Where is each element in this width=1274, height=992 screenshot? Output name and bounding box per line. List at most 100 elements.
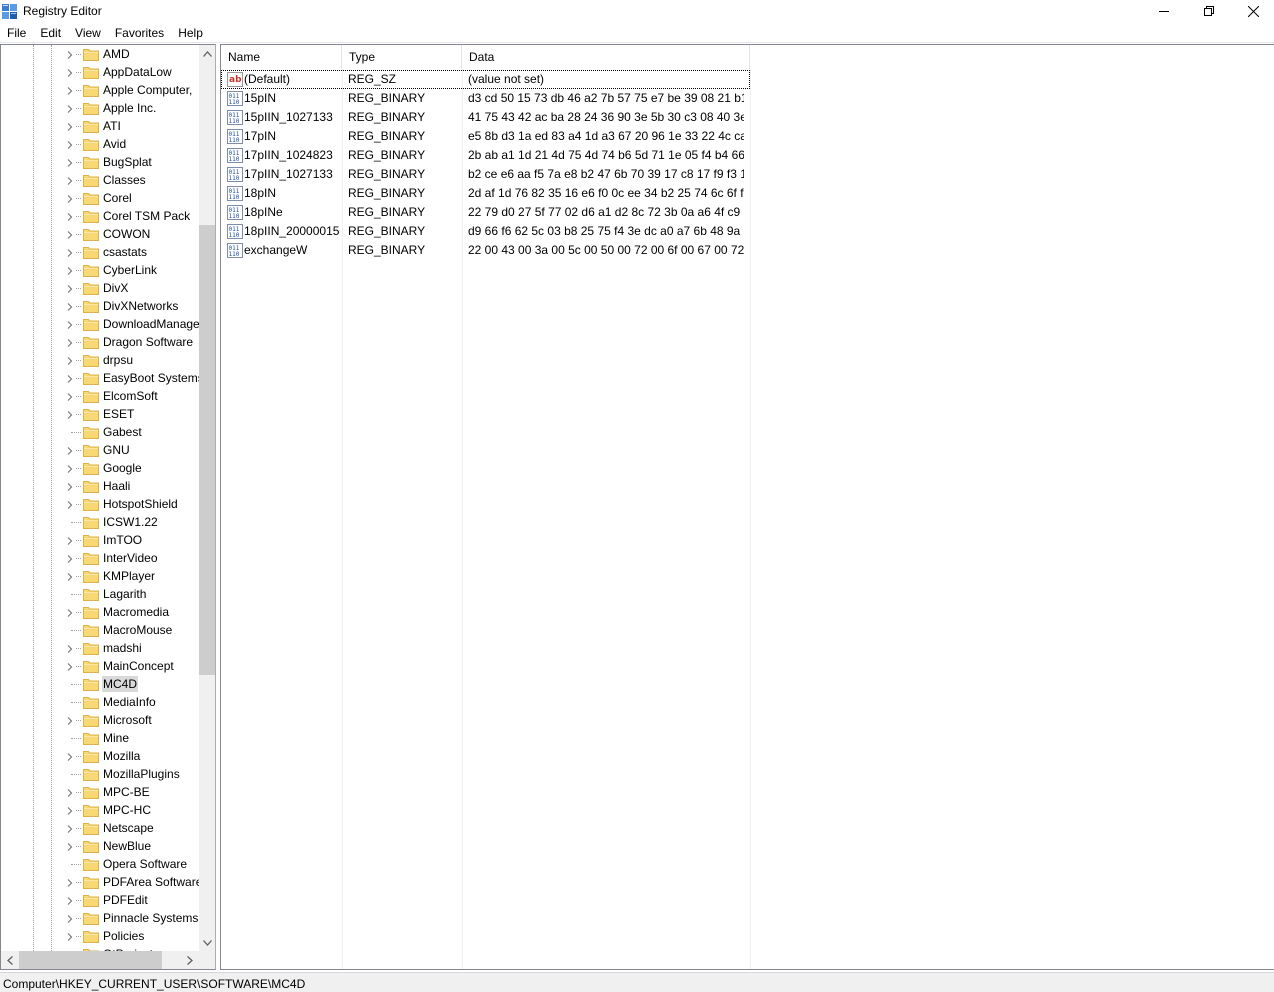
- value-row[interactable]: ab (Default) REG_SZ (value not set): [221, 70, 750, 89]
- expand-chevron-icon[interactable]: [65, 877, 75, 888]
- expand-chevron-icon[interactable]: [65, 931, 75, 942]
- expand-chevron-icon[interactable]: [65, 391, 75, 402]
- scroll-up-button[interactable]: [199, 45, 215, 62]
- tree-item[interactable]: ATI: [1, 117, 199, 135]
- title-bar[interactable]: Registry Editor: [0, 0, 1274, 24]
- tree-item[interactable]: madshi: [1, 639, 199, 657]
- expand-chevron-icon[interactable]: [65, 409, 75, 420]
- expand-chevron-icon[interactable]: [65, 121, 75, 132]
- tree-item[interactable]: PDFEdit: [1, 891, 199, 909]
- tree-item[interactable]: COWON: [1, 225, 199, 243]
- tree-item[interactable]: MainConcept: [1, 657, 199, 675]
- expand-chevron-icon[interactable]: [65, 787, 75, 798]
- tree-item[interactable]: Mine: [1, 729, 199, 747]
- expand-chevron-icon[interactable]: [65, 751, 75, 762]
- expand-chevron-icon[interactable]: [65, 139, 75, 150]
- tree-item[interactable]: Corel: [1, 189, 199, 207]
- expand-chevron-icon[interactable]: [65, 103, 75, 114]
- tree-item[interactable]: Policies: [1, 927, 199, 945]
- expand-chevron-icon[interactable]: [65, 535, 75, 546]
- tree-item[interactable]: DivX: [1, 279, 199, 297]
- tree-item[interactable]: MPC-BE: [1, 783, 199, 801]
- tree-item[interactable]: Avid: [1, 135, 199, 153]
- expand-chevron-icon[interactable]: [65, 247, 75, 258]
- expand-chevron-icon[interactable]: [65, 67, 75, 78]
- tree-item[interactable]: MC4D: [1, 675, 199, 693]
- tree-vertical-scroll-thumb[interactable]: [199, 225, 215, 675]
- expand-chevron-icon[interactable]: [65, 445, 75, 456]
- value-row[interactable]: 011 110 exchangeW REG_BINARY 22 00 43 00 3a …: [221, 241, 750, 260]
- scroll-left-button[interactable]: [1, 951, 18, 969]
- value-row[interactable]: 011 110 18pIN REG_BINARY 2d af 1d 76 82 35 1…: [221, 184, 750, 203]
- tree-item[interactable]: Apple Computer,: [1, 81, 199, 99]
- scroll-down-button[interactable]: [199, 934, 215, 951]
- tree-item[interactable]: Apple Inc.: [1, 99, 199, 117]
- column-header-type[interactable]: Type: [342, 45, 462, 69]
- tree-vertical-scrollbar[interactable]: [199, 45, 215, 951]
- expand-chevron-icon[interactable]: [65, 229, 75, 240]
- tree-horizontal-scroll-thumb[interactable]: [19, 951, 162, 969]
- tree-item[interactable]: Opera Software: [1, 855, 199, 873]
- expand-chevron-icon[interactable]: [65, 481, 75, 492]
- restore-button[interactable]: [1186, 0, 1231, 22]
- scroll-right-button[interactable]: [181, 951, 198, 969]
- tree-item[interactable]: KMPlayer: [1, 567, 199, 585]
- tree-item[interactable]: HotspotShield: [1, 495, 199, 513]
- expand-chevron-icon[interactable]: [65, 211, 75, 222]
- tree-item[interactable]: CyberLink: [1, 261, 199, 279]
- tree-item[interactable]: ICSW1.22: [1, 513, 199, 531]
- tree-item[interactable]: NewBlue: [1, 837, 199, 855]
- value-row[interactable]: 011 110 17pIIN_1027133 REG_BINARY b2 ce e6 a…: [221, 165, 750, 184]
- tree-item[interactable]: MozillaPlugins: [1, 765, 199, 783]
- tree-item[interactable]: AppDataLow: [1, 63, 199, 81]
- expand-chevron-icon[interactable]: [65, 571, 75, 582]
- tree-item[interactable]: PDFArea Software: [1, 873, 199, 891]
- expand-chevron-icon[interactable]: [65, 661, 75, 672]
- value-row[interactable]: 011 110 18pINe REG_BINARY 22 79 d0 27 5f 77 …: [221, 203, 750, 222]
- tree-item[interactable]: GNU: [1, 441, 199, 459]
- expand-chevron-icon[interactable]: [65, 553, 75, 564]
- expand-chevron-icon[interactable]: [65, 823, 75, 834]
- tree-item[interactable]: ESET: [1, 405, 199, 423]
- tree-item[interactable]: MacroMouse: [1, 621, 199, 639]
- expand-chevron-icon[interactable]: [65, 319, 75, 330]
- expand-chevron-icon[interactable]: [65, 607, 75, 618]
- tree-item[interactable]: Pinnacle Systems: [1, 909, 199, 927]
- tree-item[interactable]: Netscape: [1, 819, 199, 837]
- tree-horizontal-scrollbar[interactable]: [1, 951, 215, 969]
- expand-chevron-icon[interactable]: [65, 85, 75, 96]
- expand-chevron-icon[interactable]: [65, 463, 75, 474]
- value-row[interactable]: 011 110 15pIIN_1027133 REG_BINARY 41 75 43 4…: [221, 108, 750, 127]
- menu-view[interactable]: View: [68, 24, 108, 42]
- expand-chevron-icon[interactable]: [65, 355, 75, 366]
- tree-item[interactable]: InterVideo: [1, 549, 199, 567]
- column-header-data[interactable]: Data: [462, 45, 750, 69]
- tree-item[interactable]: Google: [1, 459, 199, 477]
- tree-item[interactable]: DownloadManager: [1, 315, 199, 333]
- expand-chevron-icon[interactable]: [65, 157, 75, 168]
- expand-chevron-icon[interactable]: [65, 49, 75, 60]
- tree-item[interactable]: Haali: [1, 477, 199, 495]
- tree-item[interactable]: DivXNetworks: [1, 297, 199, 315]
- value-row[interactable]: 011 110 17pIIN_1024823 REG_BINARY 2b ab a1 1…: [221, 146, 750, 165]
- tree-item[interactable]: ElcomSoft: [1, 387, 199, 405]
- expand-chevron-icon[interactable]: [65, 715, 75, 726]
- tree-item[interactable]: Gabest: [1, 423, 199, 441]
- tree-item[interactable]: Macromedia: [1, 603, 199, 621]
- expand-chevron-icon[interactable]: [65, 337, 75, 348]
- value-row[interactable]: 011 110 15pIN REG_BINARY d3 cd 50 15 73 db 4…: [221, 89, 750, 108]
- expand-chevron-icon[interactable]: [65, 499, 75, 510]
- expand-chevron-icon[interactable]: [65, 175, 75, 186]
- expand-chevron-icon[interactable]: [65, 193, 75, 204]
- expand-chevron-icon[interactable]: [65, 283, 75, 294]
- expand-chevron-icon[interactable]: [65, 841, 75, 852]
- tree-item[interactable]: MediaInfo: [1, 693, 199, 711]
- tree-item[interactable]: EasyBoot Systems: [1, 369, 199, 387]
- expand-chevron-icon[interactable]: [65, 265, 75, 276]
- tree-item[interactable]: Mozilla: [1, 747, 199, 765]
- column-header-name[interactable]: Name: [221, 45, 342, 69]
- expand-chevron-icon[interactable]: [65, 373, 75, 384]
- tree-item[interactable]: csastats: [1, 243, 199, 261]
- tree-item[interactable]: Classes: [1, 171, 199, 189]
- key-tree-pane[interactable]: AMD AppDataLow Apple Computer, Apple Inc. AT…: [0, 44, 216, 970]
